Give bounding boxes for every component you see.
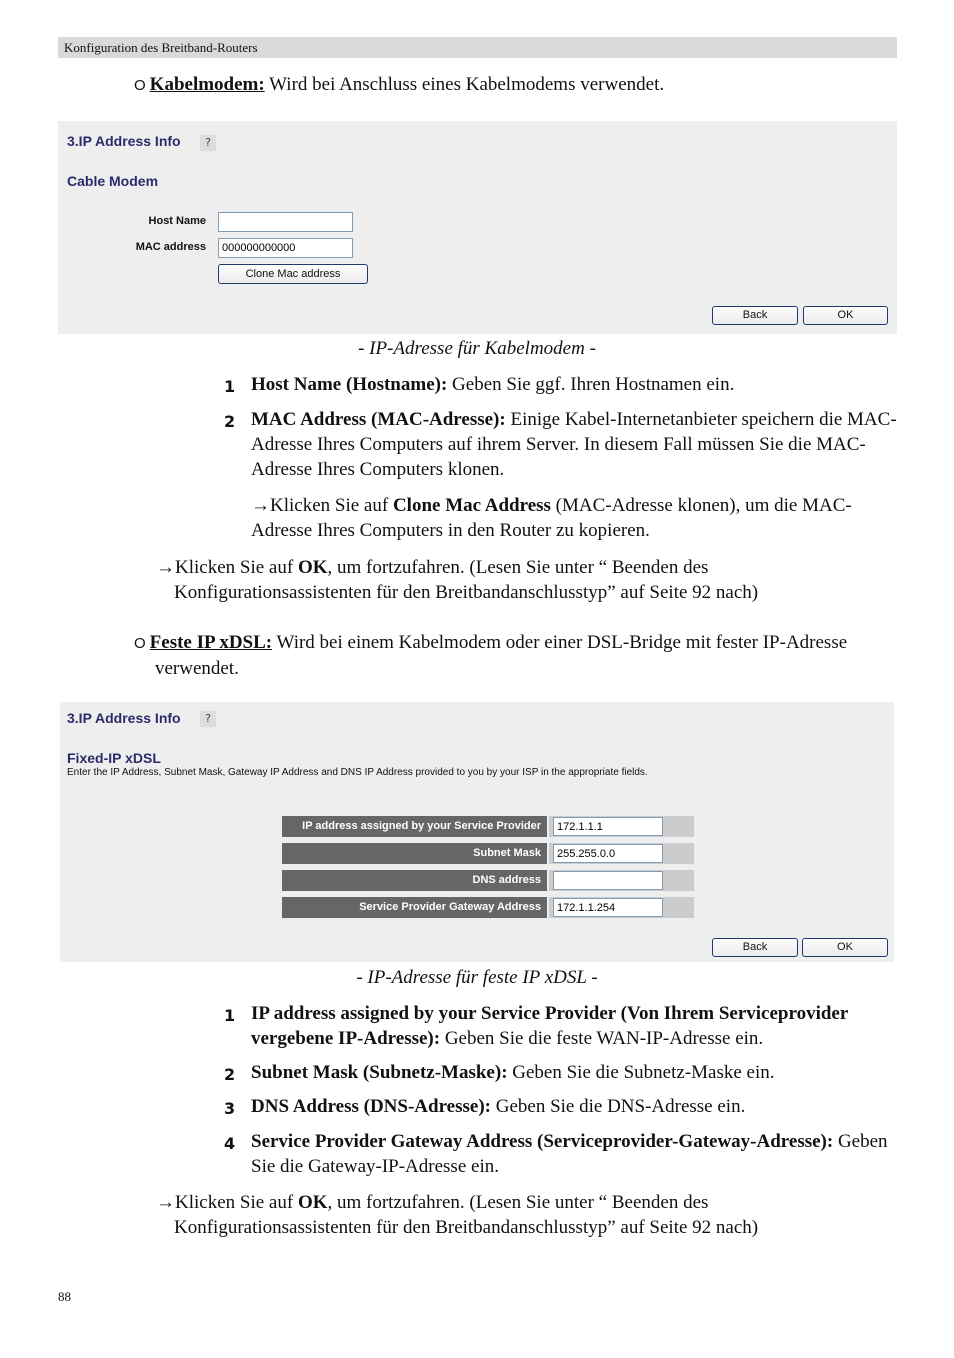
clone-mac-address-button[interactable]: Clone Mac address	[218, 264, 368, 284]
arrow-icon: →	[156, 1192, 175, 1213]
panel-subtitle: Cable Modem	[67, 173, 159, 189]
figure-caption: - IP-Adresse für Kabelmodem -	[358, 338, 596, 359]
cable-modem-panel: 3.IP Address Info ? Cable Modem Host Nam…	[58, 121, 897, 334]
step-text: Geben Sie die feste WAN-IP-Adresse ein.	[440, 1028, 764, 1049]
step-number: 1	[224, 377, 236, 396]
fixed-ip-panel: 3.IP Address Info ? Fixed-IP xDSL Enter …	[60, 702, 894, 962]
fixed-step-2: 2 Subnet Mask (Subnetz-Maske): Geben Sie…	[224, 1060, 899, 1085]
back-button[interactable]: Back	[712, 938, 798, 957]
cable-step-2: 2 MAC Address (MAC-Adresse): Einige Kabe…	[224, 407, 899, 482]
arrow-icon: →	[251, 495, 270, 516]
gateway-address-input[interactable]	[553, 898, 663, 917]
fixed-step-3: 3 DNS Address (DNS-Adresse): Geben Sie d…	[224, 1094, 899, 1119]
ip-address-label: IP address assigned by your Service Prov…	[282, 816, 547, 837]
running-header: Konfiguration des Breitband-Routers	[58, 37, 897, 58]
step-number: 2	[224, 412, 236, 431]
step-term: Service Provider Gateway Address (Servic…	[251, 1131, 834, 1152]
fixed-ok-note: →Klicken Sie auf OK, um fortzufahren. (L…	[156, 1190, 854, 1240]
step-number: 1	[224, 1006, 236, 1025]
panel-description: Enter the IP Address, Subnet Mask, Gatew…	[67, 767, 648, 778]
help-icon[interactable]: ?	[200, 711, 216, 727]
step-text: Geben Sie die Subnetz-Maske ein.	[507, 1062, 775, 1083]
fixed-step-4: 4 Service Provider Gateway Address (Serv…	[224, 1129, 899, 1179]
step-text: Geben Sie ggf. Ihren Hostnamen ein.	[447, 374, 735, 395]
cable-step-1: 1 Host Name (Hostname): Geben Sie ggf. I…	[224, 372, 899, 397]
mac-address-input[interactable]	[218, 238, 353, 258]
section-term: Feste IP xDSL:	[149, 632, 273, 653]
dns-address-input[interactable]	[553, 871, 663, 890]
figure-caption: - IP-Adresse für feste IP xDSL -	[356, 967, 598, 988]
step-number: 3	[224, 1099, 236, 1118]
note-text: Klicken Sie auf	[175, 557, 298, 578]
section-term: Kabelmodem:	[149, 74, 265, 95]
host-name-input[interactable]	[218, 212, 353, 232]
step-term: Host Name (Hostname):	[251, 374, 448, 395]
bullet-marker: O	[134, 635, 146, 652]
clone-note: →Klicken Sie auf Clone Mac Address (MAC-…	[251, 493, 899, 543]
step-term: Subnet Mask (Subnetz-Maske):	[251, 1062, 508, 1083]
bullet-marker: O	[134, 77, 146, 94]
host-name-label: Host Name	[148, 215, 206, 227]
ok-button[interactable]: OK	[802, 938, 888, 957]
step-number: 4	[224, 1134, 236, 1153]
dns-address-label: DNS address	[282, 870, 547, 891]
subnet-mask-label: Subnet Mask	[282, 843, 547, 864]
section-text: Wird bei Anschluss eines Kabelmodems ver…	[264, 74, 665, 95]
ip-address-input[interactable]	[553, 817, 663, 836]
section-fixed-intro: O Feste IP xDSL: Wird bei einem Kabelmode…	[134, 630, 920, 681]
panel-title: 3.IP Address Info	[67, 133, 181, 149]
step-term: DNS Address (DNS-Adresse):	[251, 1096, 491, 1117]
mac-address-label: MAC address	[135, 241, 206, 253]
gateway-address-label: Service Provider Gateway Address	[282, 897, 547, 918]
fixed-step-1: 1 IP address assigned by your Service Pr…	[224, 1001, 899, 1051]
step-term: MAC Address (MAC-Adresse):	[251, 409, 506, 430]
panel-title: 3.IP Address Info	[67, 710, 181, 726]
note-text: Klicken Sie auf	[175, 1192, 298, 1213]
section-cable-intro: O Kabelmodem: Wird bei Anschluss eines Ka…	[134, 72, 894, 98]
note-bold: Clone Mac Address	[392, 495, 551, 516]
back-button[interactable]: Back	[712, 306, 798, 325]
help-icon[interactable]: ?	[200, 135, 216, 151]
ok-button[interactable]: OK	[803, 306, 888, 325]
cable-ok-note: →Klicken Sie auf OK, um fortzufahren. (L…	[156, 555, 854, 605]
note-bold: OK	[297, 1192, 328, 1213]
note-bold: OK	[297, 557, 328, 578]
note-text: Klicken Sie auf	[270, 495, 393, 516]
subnet-mask-input[interactable]	[553, 844, 663, 863]
page-number: 88	[58, 1289, 71, 1304]
step-number: 2	[224, 1065, 236, 1084]
panel-subtitle: Fixed-IP xDSL	[67, 750, 161, 766]
step-text: Geben Sie die DNS-Adresse ein.	[490, 1096, 746, 1117]
arrow-icon: →	[156, 557, 175, 578]
